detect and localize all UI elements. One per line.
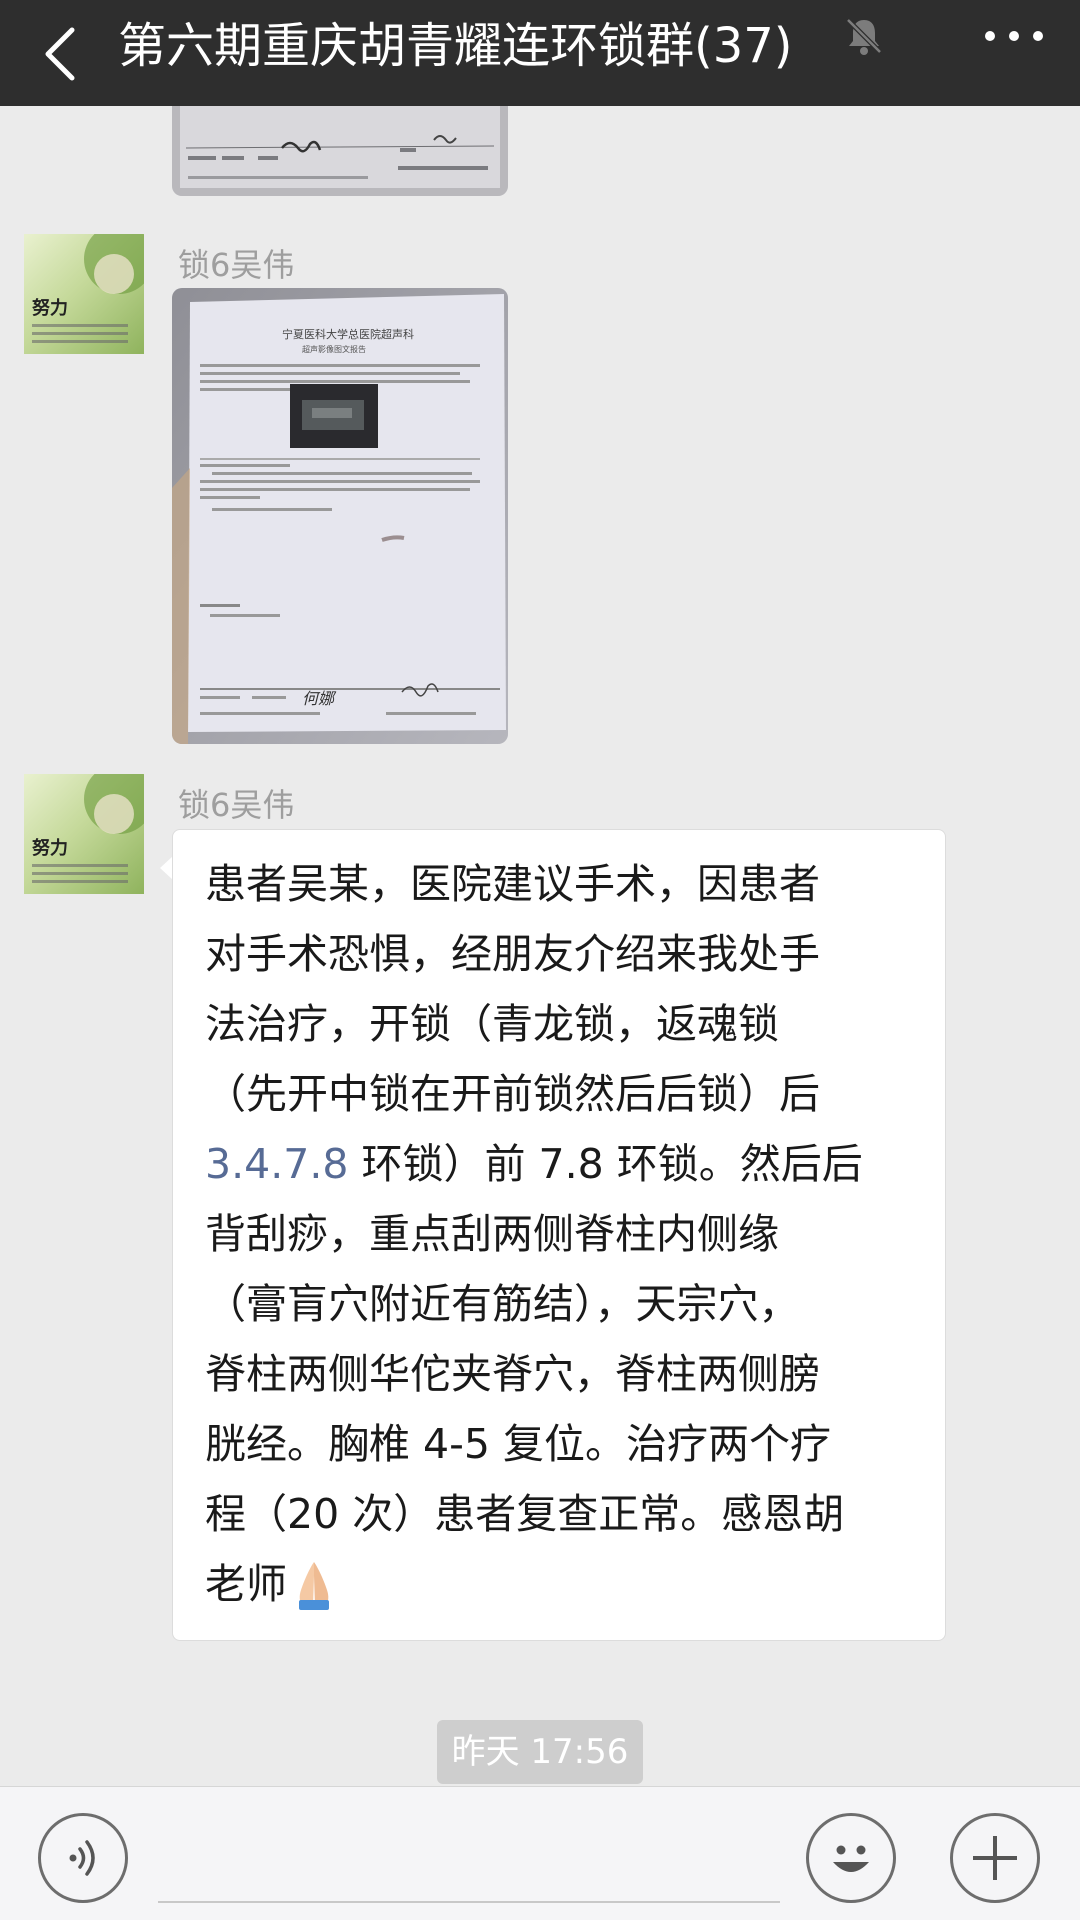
sender-name: 锁6吴伟: [178, 246, 295, 284]
message-input[interactable]: [158, 1901, 780, 1903]
back-arrow-icon[interactable]: [30, 22, 94, 86]
message-line: 背刮痧，重点刮两侧脊柱内侧缘: [205, 1210, 779, 1258]
avatar-decor: [32, 340, 128, 343]
avatar-decor: [94, 794, 134, 834]
avatar-text: 努力: [32, 838, 68, 859]
message-line: （膏肓穴附近有筋结），天宗穴，: [205, 1280, 800, 1328]
plus-icon: [973, 1836, 1017, 1880]
avatar-decor: [32, 880, 128, 883]
avatar-decor: [32, 864, 128, 867]
number-link[interactable]: 3.4.7.8: [205, 1140, 348, 1188]
message-text: 老师: [205, 1560, 287, 1608]
voice-input-button[interactable]: [38, 1813, 128, 1903]
voice-icon: [69, 1840, 95, 1876]
message-line: 患者吴某，医院建议手术，因患者: [205, 860, 820, 908]
medical-report-photo: [172, 106, 508, 196]
title-bar: 第六期重庆胡青耀连环锁群(37): [0, 0, 1080, 106]
avatar-decor: [32, 872, 128, 875]
avatar-decor: [32, 332, 128, 335]
message-line: 胱经。胸椎 4-5 复位。治疗两个疗: [205, 1420, 832, 1468]
more-options-icon[interactable]: [976, 14, 1052, 58]
message-text: 环锁）前 7.8 环锁。然后后: [348, 1140, 863, 1188]
chat-title: 第六期重庆胡青耀连环锁群(37): [118, 18, 793, 74]
text-message[interactable]: 患者吴某，医院建议手术，因患者 对手术恐惧，经朋友介绍来我处手 法治疗，开锁（青…: [172, 829, 946, 1641]
message-line: 脊柱两侧华佗夹脊穴，脊柱两侧膀: [205, 1350, 820, 1398]
image-message-2[interactable]: 宁夏医科大学总医院超声科 超声影像图文报告 何娜: [172, 288, 508, 744]
smiley-icon: [833, 1845, 869, 1872]
avatar-decor: [32, 324, 128, 327]
avatar-decor: [94, 254, 134, 294]
message-line: 程（20 次）患者复查正常。感恩胡: [205, 1490, 845, 1538]
avatar[interactable]: 努力: [24, 774, 144, 894]
doc-subtitle-text: 超声影像图文报告: [302, 344, 366, 354]
timestamp-badge: 昨天 17:56: [437, 1720, 643, 1784]
emoji-button[interactable]: [806, 1813, 896, 1903]
avatar-text: 努力: [32, 298, 68, 319]
message-line: （先开中锁在开前锁然后后锁）后: [205, 1070, 820, 1118]
image-message-1[interactable]: [172, 106, 508, 196]
more-functions-button[interactable]: [950, 1813, 1040, 1903]
sender-name: 锁6吴伟: [178, 786, 295, 824]
message-line: 老师: [205, 1554, 341, 1614]
chat-area[interactable]: 努力 锁6吴伟 宁夏医科大学总医院超声科 超声影像图文报告 何娜 努力 锁6吴伟…: [0, 106, 1080, 1786]
message-line: 法治疗，开锁（青龙锁，返魂锁: [205, 1000, 779, 1048]
ultrasound-report-photo: 宁夏医科大学总医院超声科 超声影像图文报告 何娜: [172, 288, 508, 744]
avatar[interactable]: 努力: [24, 234, 144, 354]
folded-hands-icon: [299, 1562, 329, 1610]
message-line: 对手术恐惧，经朋友介绍来我处手: [205, 930, 820, 978]
doc-signature-text: 何娜: [302, 689, 337, 708]
input-bar: [0, 1786, 1080, 1920]
doc-title-text: 宁夏医科大学总医院超声科: [282, 327, 414, 341]
message-line: 3.4.7.8 环锁）前 7.8 环锁。然后后: [205, 1134, 863, 1194]
mute-bell-icon: [846, 18, 882, 55]
